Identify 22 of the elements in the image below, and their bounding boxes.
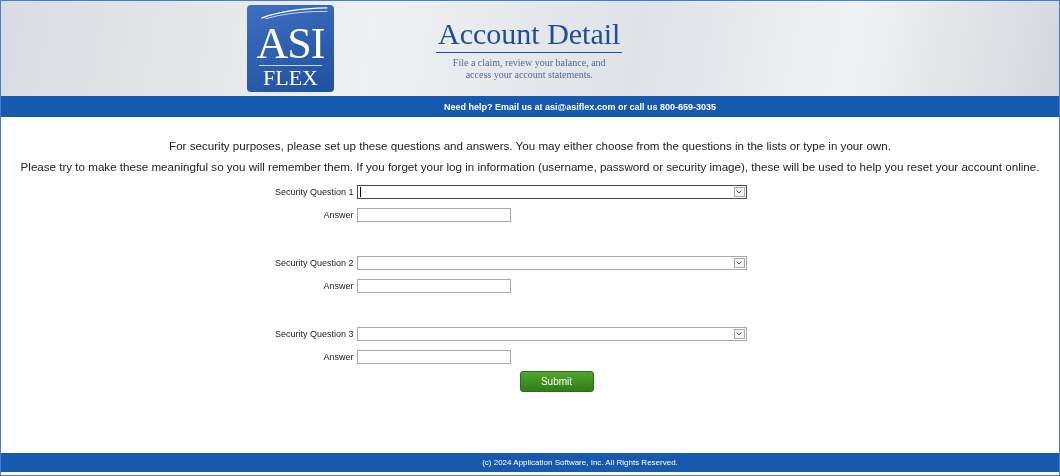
page-subtitle: File a claim, review your balance, and access your account statements. xyxy=(452,56,606,81)
instruction-text: For security purposes, please set up these questions and answers. You may either choose from the questions in the lists or type in your own. xyxy=(169,139,891,152)
page-title: Account Detail xyxy=(436,16,623,53)
dropdown-icon[interactable] xyxy=(733,187,745,197)
instruction-text: Please try to make these meaningful so you will remember them. If you forget your log in information (username, password or security image), these will be used to help you reset your account online. xyxy=(20,160,1040,173)
help-bar: Need help? Email us at asi@asiflex.com or call us 800-659-3035 xyxy=(1,96,1059,117)
field-label: Answer xyxy=(322,281,354,291)
logo-text: ASI xyxy=(256,23,325,65)
logo-subtext: FLEX xyxy=(259,65,322,90)
field-label: Security Question 1 xyxy=(273,187,354,197)
footer-bar: (c) 2024 Application Software, Inc. All Rights Reserved. xyxy=(1,453,1059,472)
submit-button[interactable]: Submit xyxy=(519,371,594,392)
answer-field[interactable] xyxy=(356,350,511,364)
answer-field[interactable] xyxy=(356,208,511,222)
field-label: Answer xyxy=(322,352,354,362)
field-label: Answer xyxy=(322,210,354,220)
field-label: Security Question 2 xyxy=(273,258,354,268)
dropdown-icon[interactable] xyxy=(733,258,745,268)
question-select[interactable] xyxy=(356,185,747,199)
field-label: Security Question 3 xyxy=(273,329,354,339)
dropdown-icon[interactable] xyxy=(733,329,745,339)
answer-field[interactable] xyxy=(356,279,511,293)
